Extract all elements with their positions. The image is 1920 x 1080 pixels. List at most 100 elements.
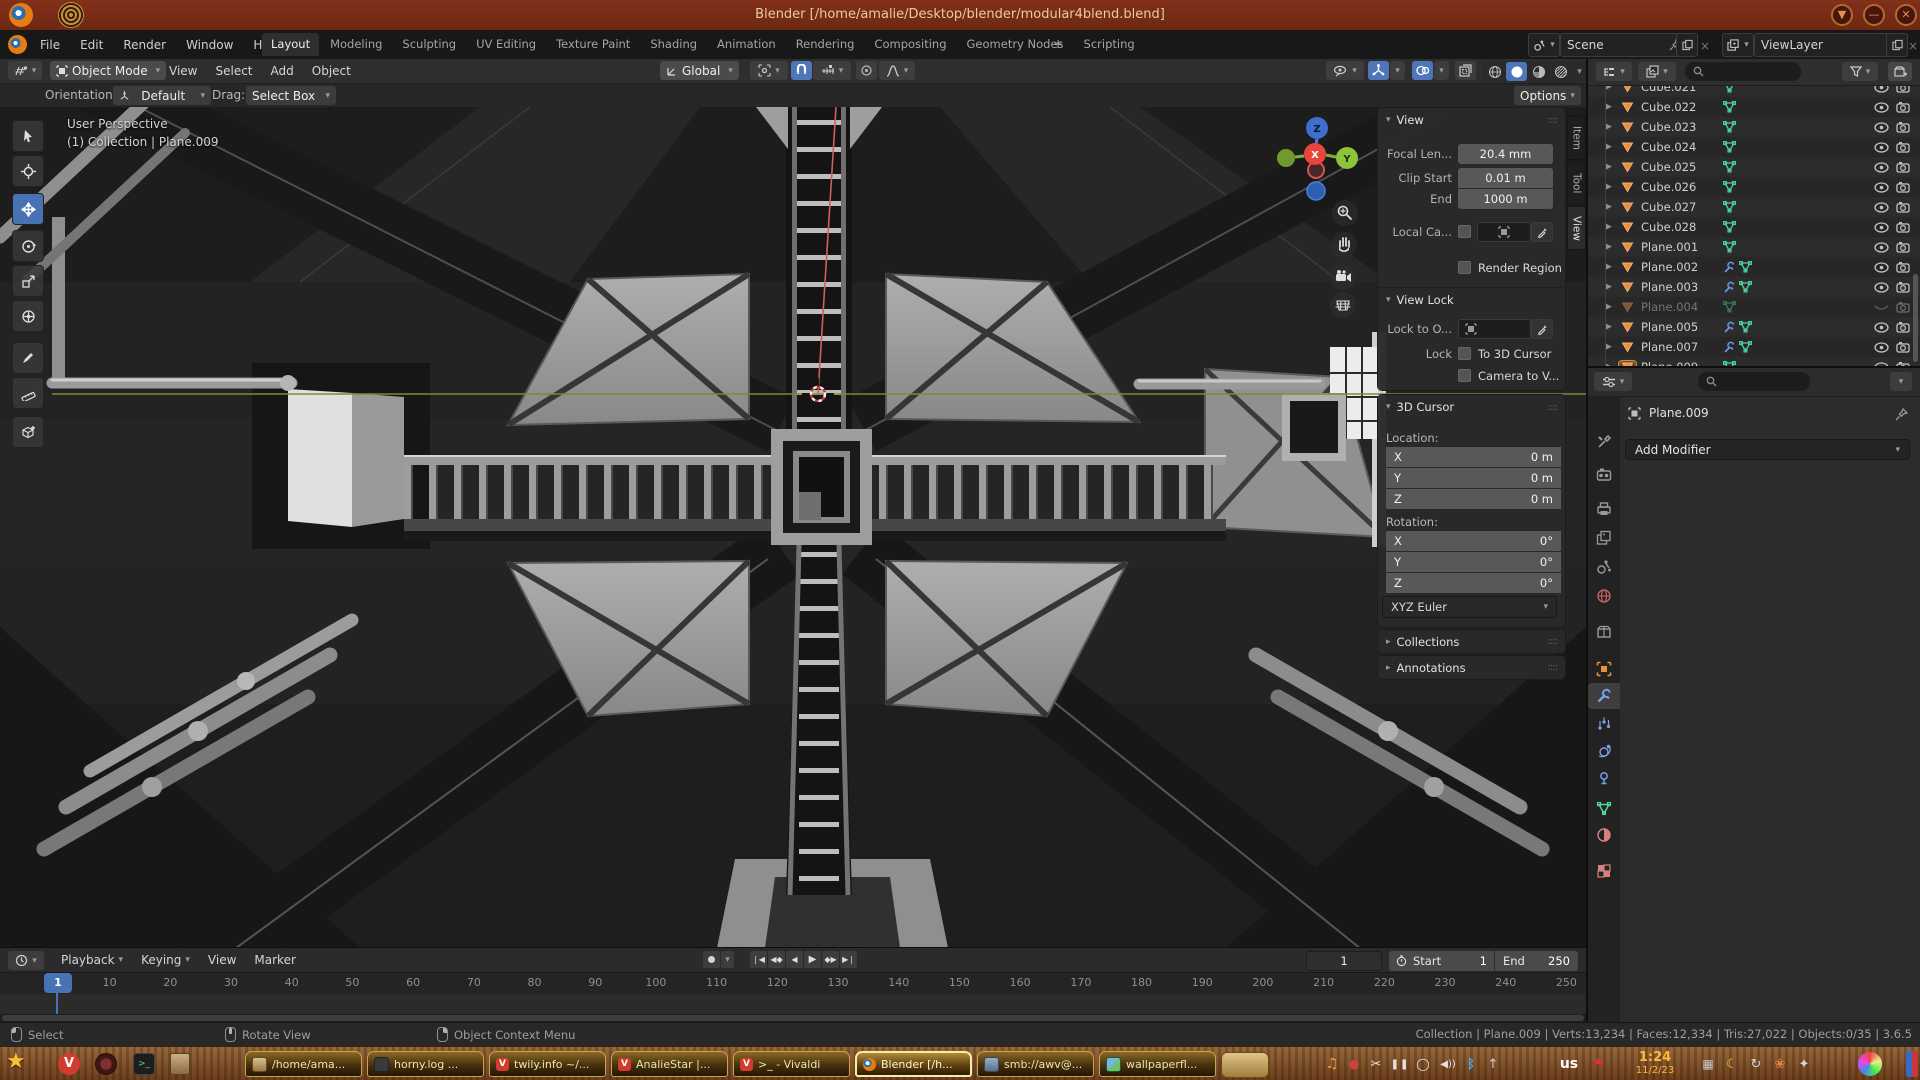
jump-to-end-button[interactable]: ▶❘ [840,951,857,968]
viewlayer-selector[interactable]: ViewLayer [1754,33,1898,57]
tool-measure[interactable] [12,377,44,409]
terminal-launcher-icon[interactable]: >_ [133,1053,155,1075]
refresh-tray-icon[interactable]: ↻ [1746,1047,1766,1080]
expand-icon[interactable]: ▶ [1605,302,1619,312]
taskbar-window-button[interactable]: Blender [/h... [855,1051,972,1077]
taskbar-window-button[interactable]: horny.log ... [367,1051,484,1077]
tool-transform[interactable] [12,300,44,332]
outliner-scrollbar[interactable] [1913,274,1918,362]
taskbar-window-button[interactable]: wallpaperfl... [1099,1051,1216,1077]
shading-wireframe-button[interactable] [1484,62,1505,81]
lock-3d-cursor-checkbox[interactable] [1458,347,1471,360]
shading-dropdown[interactable]: ▾ [1572,62,1587,81]
close-window-button[interactable]: ✕ [1895,4,1917,26]
pivot-point-dropdown[interactable]: ▾ [750,61,788,80]
tool-move[interactable] [12,193,44,225]
shading-rendered-button[interactable] [1550,62,1571,81]
flower-tray-icon[interactable]: ❀ [1770,1047,1790,1080]
new-viewlayer-button[interactable] [1886,33,1908,57]
bluetooth-tray-icon[interactable]: ᛒ [1462,1047,1480,1080]
cursor-panel-header[interactable]: ▾ 3D Cursor:::: [1378,395,1565,419]
clip-start-field[interactable]: 0.01 m [1458,168,1553,188]
render-region-checkbox[interactable] [1458,261,1471,274]
timeline-divider[interactable] [0,947,1586,948]
expand-icon[interactable]: ▶ [1605,102,1619,112]
outliner-row[interactable]: ▶ Cube.022 [1588,97,1920,117]
properties-tab-world[interactable] [1588,583,1620,609]
gizmo-axis-neg-z[interactable] [1307,182,1325,200]
workspace-tab[interactable]: Scripting [1075,33,1144,56]
properties-tab-tool[interactable] [1588,429,1620,455]
options-button[interactable]: Options ▾ [1514,86,1581,105]
properties-tab-particles[interactable] [1588,711,1620,737]
music-tray-icon[interactable]: ♫ [1322,1047,1342,1080]
tool-select-box[interactable] [12,120,44,152]
expand-icon[interactable]: ▶ [1605,142,1619,152]
app-launcher-star-icon[interactable]: ★ [6,1049,26,1074]
proportional-editing-toggle[interactable] [856,61,877,80]
expand-icon[interactable]: ▶ [1605,342,1619,352]
show-overlays-toggle[interactable] [1412,61,1433,80]
menu-item[interactable]: File [30,30,70,59]
outliner-row[interactable]: ▶ Plane.001 [1588,237,1920,257]
hide-viewport-icon[interactable] [1874,322,1889,333]
taskbar-window-button[interactable]: twily.info ~/... [489,1051,606,1077]
edge-applet-icon[interactable] [1906,1051,1918,1077]
expand-icon[interactable]: ▶ [1605,182,1619,192]
editor-divider-horizontal[interactable] [1588,366,1920,368]
record-tray-icon[interactable]: ● [1344,1047,1364,1080]
object-name[interactable]: Plane.007 [1641,340,1723,354]
hide-viewport-icon[interactable] [1874,222,1889,233]
timeline-track-area[interactable] [0,994,1586,1014]
timeline-menu-item[interactable]: View▾ [199,953,245,967]
gizmo-axis-neg-y[interactable] [1277,149,1295,167]
timeline-editor-type-dropdown[interactable]: ▾ [8,951,44,970]
add-modifier-button[interactable]: Add Modifier▾ [1625,439,1910,460]
playhead-line[interactable] [56,993,58,1014]
hide-viewport-icon[interactable] [1874,242,1889,253]
disable-render-icon[interactable] [1896,301,1910,313]
play-button[interactable]: ▶ [804,951,821,968]
eyedropper-icon[interactable] [1531,222,1553,242]
cursor-rotation-field[interactable]: X0° [1386,531,1561,551]
mode-dropdown[interactable]: Object Mode ▾ [50,61,166,80]
properties-search-input[interactable] [1698,372,1810,391]
hide-viewport-icon[interactable] [1874,282,1889,293]
prev-keyframe-button[interactable]: ◀◆ [768,951,785,968]
shading-solid-button[interactable] [1506,62,1527,81]
outliner-row[interactable]: ▶ Plane.004 [1588,297,1920,317]
disable-render-icon[interactable] [1896,161,1910,173]
snap-settings-dropdown[interactable]: ▾ [813,61,851,80]
disable-render-icon[interactable] [1896,321,1910,333]
properties-tab-object[interactable] [1588,656,1620,682]
tool-add-primitive[interactable] [12,416,44,448]
hide-viewport-icon[interactable] [1874,342,1889,353]
disable-render-icon[interactable] [1896,341,1910,353]
keyboard-layout-indicator[interactable]: us [1552,1047,1586,1080]
object-name[interactable]: Cube.027 [1641,200,1723,214]
lock-to-object-field[interactable] [1458,319,1531,339]
unlink-scene-button[interactable]: × [1700,39,1710,53]
object-name[interactable]: Cube.026 [1641,180,1723,194]
timeline-ruler[interactable]: 1020304050607080901001101201301401501601… [0,972,1586,995]
properties-tab-scene[interactable] [1588,554,1620,580]
npanel-collections-section[interactable]: ▸ Collections:::: [1378,630,1565,653]
expand-icon[interactable]: ▶ [1605,122,1619,132]
taskbar-window-button[interactable]: AnalieStar |... [611,1051,728,1077]
expand-icon[interactable]: ▶ [1605,222,1619,232]
npanel-tab[interactable]: Item [1567,116,1586,160]
object-name[interactable]: Plane.003 [1641,280,1723,294]
viewport-menu-item[interactable]: View [160,64,206,78]
timeline-menu-item[interactable]: Playback▾ [52,953,132,967]
menu-item[interactable]: Window [176,30,243,59]
new-scene-button[interactable] [1676,33,1698,57]
viewport-scene-canvas[interactable]: Z X Y [0,107,1586,948]
properties-tab-render[interactable] [1588,462,1620,488]
outliner-filter-dropdown[interactable]: ▾ [1842,62,1878,81]
menu-item[interactable]: Render [113,30,176,59]
grid-tray-icon[interactable]: ▦ [1698,1047,1718,1080]
disable-render-icon[interactable] [1896,181,1910,193]
add-workspace-button[interactable]: + [1053,37,1063,51]
npanel-tab[interactable]: Tool [1567,161,1586,205]
clock[interactable]: 1:24 11/2/23 [1618,1050,1692,1076]
